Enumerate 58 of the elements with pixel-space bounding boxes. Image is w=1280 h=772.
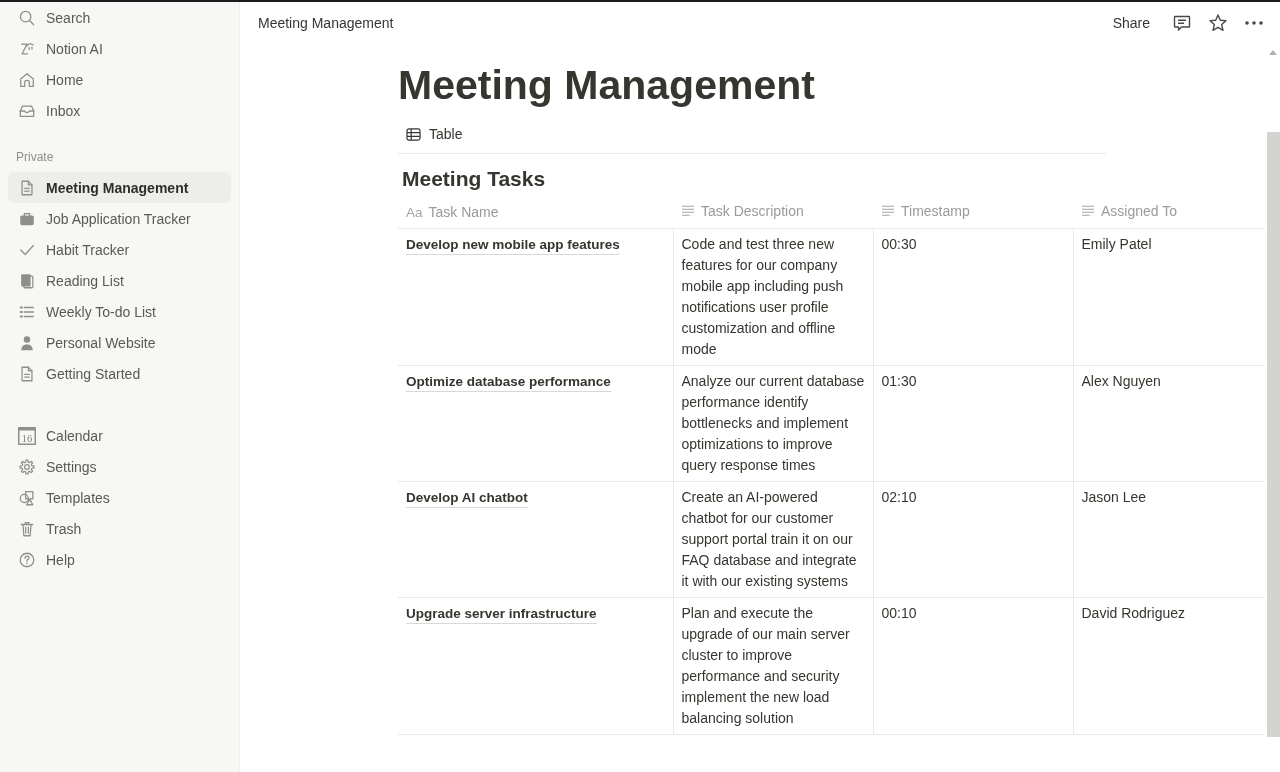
calendar-icon: 16 — [18, 426, 36, 445]
sidebar-item[interactable]: Trash — [8, 513, 231, 544]
document-icon — [18, 364, 36, 383]
table-cell: 00:30 — [873, 228, 1073, 365]
sidebar-item[interactable]: Settings — [8, 451, 231, 482]
task-name-link[interactable]: Upgrade server infrastructure — [406, 603, 597, 624]
title-property-icon: Aa — [406, 204, 423, 220]
task-name-link[interactable]: Develop AI chatbot — [406, 487, 528, 508]
table-cell: Analyze our current database performance identify bottlenecks and implement optimizations to improve query response times — [673, 365, 873, 481]
task-name-link[interactable]: Optimize database performance — [406, 371, 611, 392]
table-cell: Emily Patel — [1073, 228, 1265, 365]
page-title: Meeting Management — [398, 61, 816, 109]
task-name-link[interactable]: Develop new mobile app features — [406, 234, 620, 255]
shapes-icon — [18, 488, 36, 507]
breadcrumb-link[interactable]: Meeting Management — [258, 15, 394, 31]
document-icon — [18, 178, 36, 197]
sidebar-item[interactable]: Job Application Tracker — [8, 203, 231, 234]
table-cell: Create an AI-powered chatbot for our customer support portal train it on our FAQ database and integrate it with our existing systems — [673, 481, 873, 597]
help-icon — [18, 550, 36, 569]
more-icon[interactable] — [1244, 20, 1264, 26]
search-icon — [18, 8, 36, 27]
sidebar-item[interactable]: Templates — [8, 482, 231, 513]
text-lines-icon — [681, 205, 695, 218]
table-cell: Plan and execute the upgrade of our main server cluster to improve performance and security implement the new load balancing solution — [673, 597, 873, 734]
sidebar-item[interactable]: Reading List — [8, 265, 231, 296]
sidebar-item[interactable]: Inbox — [8, 95, 231, 126]
sidebar-item[interactable]: Meeting Management — [8, 172, 231, 203]
text-lines-icon — [881, 205, 895, 218]
text-lines-icon — [1081, 205, 1095, 218]
trash-icon — [18, 519, 36, 538]
table-cell: Code and test three new features for our company mobile app including push notifications user profile customization and offline mode — [673, 228, 873, 365]
table-icon — [406, 127, 421, 141]
sidebar-item[interactable]: 16 Calendar — [8, 420, 231, 451]
sidebar-item[interactable]: Habit Tracker — [8, 234, 231, 265]
view-tab[interactable]: Table — [398, 121, 471, 147]
sidebar-item[interactable]: Getting Started — [8, 358, 231, 389]
table-cell: 00:10 — [873, 597, 1073, 734]
database-title: Meeting Tasks — [402, 166, 547, 192]
table-cell: 02:10 — [873, 481, 1073, 597]
sidebar-item[interactable]: Personal Website — [8, 327, 231, 358]
sidebar-item[interactable]: Notion AI — [8, 33, 231, 64]
home-icon — [18, 70, 36, 89]
sidebar-item[interactable]: Weekly To-do List — [8, 296, 231, 327]
sidebar-item[interactable]: Help — [8, 544, 231, 575]
table-cell: David Rodriguez — [1073, 597, 1265, 734]
star-icon[interactable] — [1208, 13, 1228, 33]
sidebar-item[interactable]: Home — [8, 64, 231, 95]
comment-icon[interactable] — [1172, 13, 1192, 33]
settings-icon — [18, 457, 36, 476]
person-icon — [18, 333, 36, 352]
share-button[interactable]: Share — [1112, 15, 1150, 31]
scrollbar-thumb[interactable] — [1266, 132, 1280, 737]
sidebar-item[interactable]: Search — [8, 2, 231, 33]
section-heading: Private — [15, 149, 55, 166]
book-icon — [18, 271, 36, 290]
table-cell: Alex Nguyen — [1073, 365, 1265, 481]
table-cell: Jason Lee — [1073, 481, 1265, 597]
table-cell: 01:30 — [873, 365, 1073, 481]
